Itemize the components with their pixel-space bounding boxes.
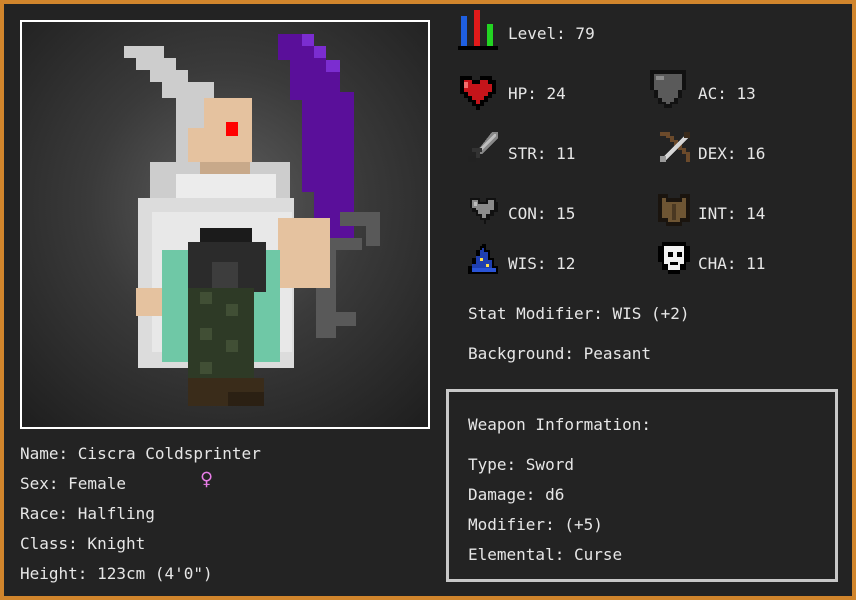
character-sheet: Name: Ciscra Coldsprinter Sex: Female ♀ … <box>0 0 856 600</box>
int-label: INT: 14 <box>698 204 766 223</box>
cha-label: CHA: 11 <box>698 254 766 273</box>
heart-icon <box>460 76 496 110</box>
character-name: Name: Ciscra Coldsprinter <box>20 444 261 463</box>
weapon-info-panel: Weapon Information: Type: Sword Damage: … <box>446 389 838 582</box>
wis-label: WIS: 12 <box>508 254 576 273</box>
character-height: Height: 123cm (4'0") <box>20 564 213 583</box>
weapon-info-title: Weapon Information: <box>468 415 652 434</box>
weapon-type: Type: Sword <box>468 455 574 474</box>
character-class: Class: Knight <box>20 534 146 553</box>
str-label: STR: 11 <box>508 144 576 163</box>
con-label: CON: 15 <box>508 204 576 223</box>
wizard-hat-icon <box>468 244 498 274</box>
character-sex: Sex: Female <box>20 474 126 493</box>
sword-icon <box>468 132 498 162</box>
red-eye <box>226 122 238 136</box>
character-race: Race: Halfling <box>20 504 155 523</box>
character-portrait <box>20 20 430 429</box>
level-bars-icon <box>458 10 498 50</box>
weapon-modifier: Modifier: (+5) <box>468 515 603 534</box>
level-label: Level: 79 <box>508 24 595 43</box>
shield-icon <box>650 70 686 108</box>
weapon-damage: Damage: d6 <box>468 485 565 504</box>
female-symbol-icon: ♀ <box>200 467 214 492</box>
legs <box>188 288 254 378</box>
grey-heart-icon <box>470 198 498 224</box>
dex-label: DEX: 16 <box>698 144 766 163</box>
hp-label: HP: 24 <box>508 84 566 103</box>
weapon-elemental: Elemental: Curse <box>468 545 623 564</box>
armor-icon <box>658 194 690 226</box>
mask-icon <box>658 242 690 274</box>
character-sprite <box>124 34 380 406</box>
ac-label: AC: 13 <box>698 84 756 103</box>
bow-icon <box>660 132 690 162</box>
background: Background: Peasant <box>468 344 652 363</box>
stat-modifier: Stat Modifier: WIS (+2) <box>468 304 690 323</box>
